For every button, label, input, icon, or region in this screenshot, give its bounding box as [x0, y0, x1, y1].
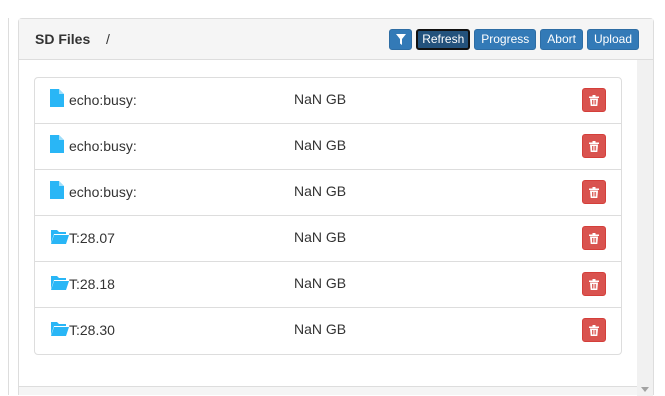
left-panel-edge: [0, 18, 9, 395]
filter-button[interactable]: [389, 29, 413, 50]
file-row[interactable]: echo:busy: NaN GB: [35, 170, 621, 216]
panel-body: echo:busy: NaN GB echo:busy: NaN GB echo:bus…: [19, 60, 639, 390]
file-icon: [50, 89, 70, 107]
file-row[interactable]: echo:busy: NaN GB: [35, 124, 621, 170]
delete-button[interactable]: [582, 318, 606, 342]
delete-button[interactable]: [582, 134, 606, 158]
file-name[interactable]: echo:busy:: [69, 138, 137, 154]
folder-name[interactable]: T:28.30: [69, 322, 115, 338]
delete-button[interactable]: [582, 226, 606, 250]
current-path: /: [106, 31, 110, 47]
file-size: NaN GB: [294, 137, 347, 153]
folder-open-icon: [50, 227, 70, 245]
file-size: NaN GB: [294, 275, 347, 291]
file-size: NaN GB: [294, 183, 347, 199]
file-size: NaN GB: [294, 229, 347, 245]
upload-button[interactable]: Upload: [586, 29, 639, 50]
file-name[interactable]: echo:busy:: [69, 184, 137, 200]
folder-name[interactable]: T:28.18: [69, 276, 115, 292]
progress-button[interactable]: Progress: [474, 29, 537, 50]
folder-row[interactable]: T:28.18 NaN GB: [35, 262, 621, 308]
folder-row[interactable]: T:28.07 NaN GB: [35, 216, 621, 262]
folder-open-icon: [50, 319, 70, 337]
delete-button[interactable]: [582, 272, 606, 296]
file-row[interactable]: echo:busy: NaN GB: [35, 78, 621, 124]
file-icon: [50, 135, 70, 153]
folder-name[interactable]: T:28.07: [69, 230, 115, 246]
panel-footer: [19, 386, 639, 395]
trash-icon: [589, 140, 599, 152]
panel-title: SD Files: [35, 31, 91, 47]
panel-heading: SD Files / Refresh Progress Abort Upload: [19, 19, 653, 60]
scroll-down-arrow[interactable]: [641, 387, 649, 392]
scrollbar[interactable]: [637, 60, 653, 396]
toolbar: Refresh Progress Abort Upload: [389, 29, 639, 50]
filter-icon: [395, 34, 406, 45]
folder-open-icon: [50, 273, 70, 291]
sd-files-panel: SD Files / Refresh Progress Abort Upload…: [18, 18, 654, 396]
refresh-button[interactable]: Refresh: [416, 29, 471, 50]
trash-icon: [589, 324, 599, 336]
file-size: NaN GB: [294, 91, 347, 107]
folder-row[interactable]: T:28.30 NaN GB: [35, 308, 621, 354]
delete-button[interactable]: [582, 88, 606, 112]
file-name[interactable]: echo:busy:: [69, 92, 137, 108]
trash-icon: [589, 232, 599, 244]
file-icon: [50, 181, 70, 199]
file-size: NaN GB: [294, 321, 347, 337]
trash-icon: [589, 278, 599, 290]
file-list: echo:busy: NaN GB echo:busy: NaN GB echo:bus…: [34, 77, 622, 355]
abort-button[interactable]: Abort: [540, 29, 583, 50]
trash-icon: [589, 186, 599, 198]
trash-icon: [589, 94, 599, 106]
delete-button[interactable]: [582, 180, 606, 204]
